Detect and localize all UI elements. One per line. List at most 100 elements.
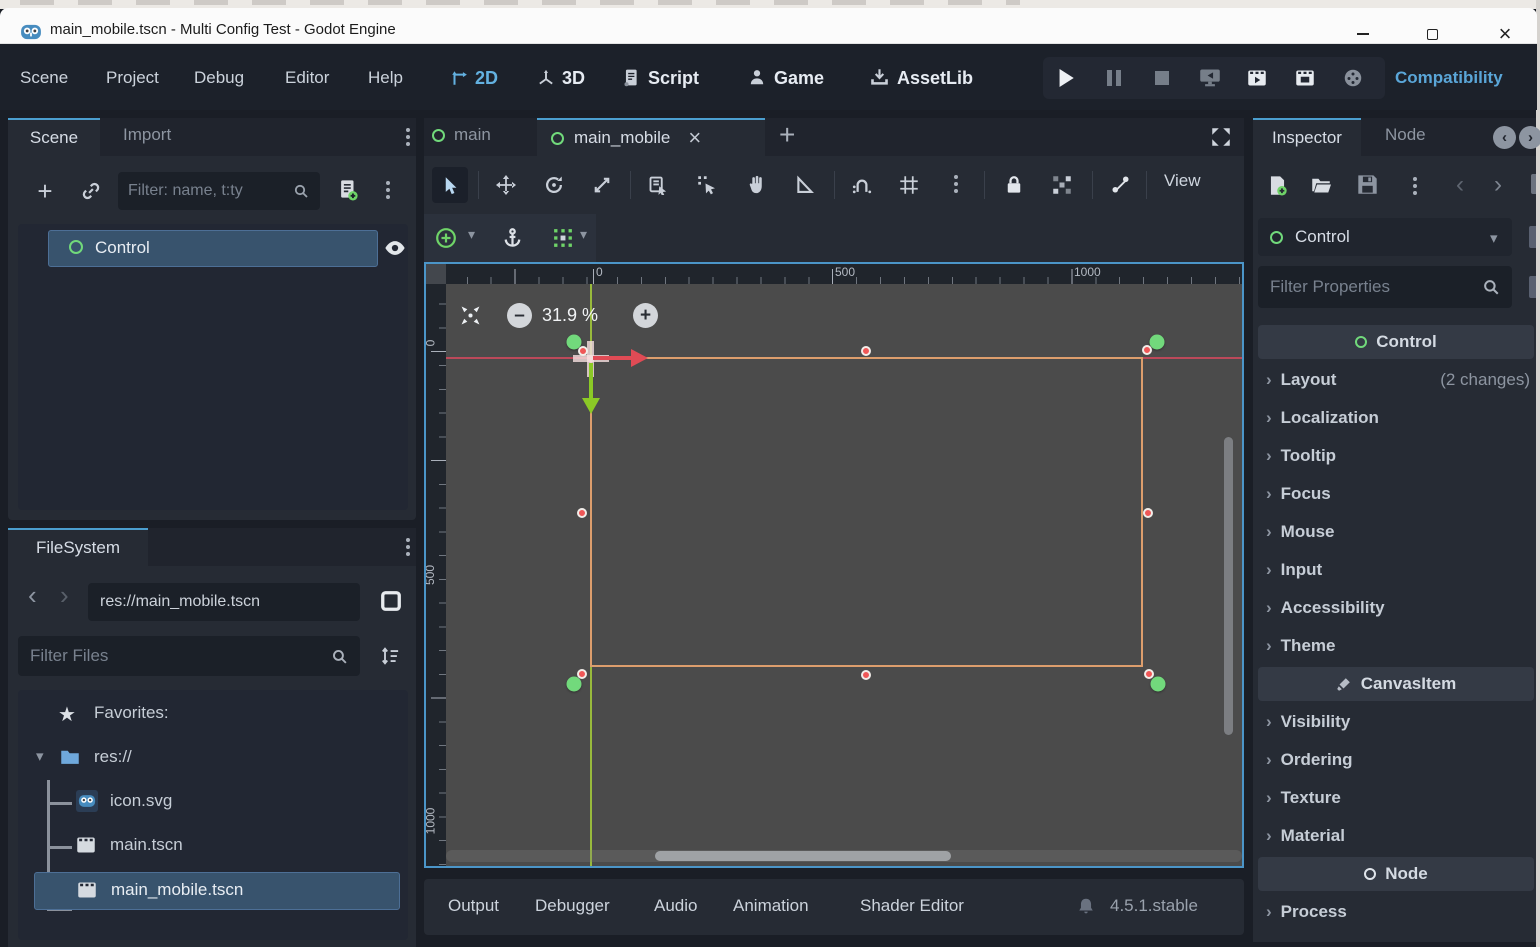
visibility-eye-icon[interactable] [384,237,406,259]
lock-icon[interactable] [1002,172,1026,197]
canvas[interactable]: – 31.9 % + [446,284,1242,866]
section-texture[interactable]: ›Texture [1258,779,1534,817]
dock-tab-next-icon[interactable]: › [1519,126,1540,149]
workspace-script[interactable]: Script [648,68,699,89]
section-accessibility[interactable]: ›Accessibility [1258,589,1534,627]
section-localization[interactable]: ›Localization [1258,399,1534,437]
favorites-row[interactable]: ★ Favorites: [18,698,408,734]
vertical-scrollbar[interactable] [1224,437,1233,735]
resize-handle-top-left[interactable] [578,346,588,356]
workspace-3d[interactable]: 3D [562,68,585,89]
section-visibility[interactable]: ›Visibility [1258,703,1534,741]
view-menu-button[interactable]: View [1164,171,1201,191]
anchor-preset-icon[interactable] [552,227,574,249]
sort-files-icon[interactable] [378,644,402,668]
workspace-2d[interactable]: 2D [475,68,498,89]
horizontal-scrollbar[interactable] [655,851,951,861]
smart-snap-icon[interactable] [850,173,874,197]
list-select-tool-icon[interactable] [646,173,670,197]
bottom-tab-debugger[interactable]: Debugger [535,896,610,916]
bottom-tab-output[interactable]: Output [448,896,499,916]
bottom-tab-shader-editor[interactable]: Shader Editor [860,896,964,916]
snap-move-tool-icon[interactable] [695,173,719,197]
instance-scene-button[interactable] [80,180,102,202]
history-forward-icon[interactable]: › [1494,171,1502,199]
pause-button[interactable] [1105,69,1123,87]
filesystem-filter-input[interactable]: Filter Files [18,636,360,676]
ruler-tool-icon[interactable] [792,173,816,197]
scene-tab-main-mobile[interactable]: main_mobile × [537,118,765,156]
stop-button[interactable] [1155,71,1169,85]
scene-node-control-row[interactable]: Control [48,230,378,267]
resize-handle-top-center[interactable] [861,346,871,356]
tab-import[interactable]: Import [123,125,171,145]
scene-filter-input[interactable]: Filter: name, t:ty [118,172,320,210]
scene-dock-menu-icon[interactable] [406,135,410,139]
resize-handle-middle-left[interactable] [577,508,587,518]
section-focus[interactable]: ›Focus [1258,475,1534,513]
chevron-down-icon[interactable]: ▾ [468,226,475,243]
file-row-main-mobile-tscn[interactable]: main_mobile.tscn [34,872,400,910]
close-tab-icon[interactable]: × [688,125,701,151]
workspace-game[interactable]: Game [774,68,824,89]
insert-key-icon[interactable] [434,226,458,250]
section-process[interactable]: ›Process [1258,893,1534,931]
history-forward-button[interactable]: › [60,580,69,611]
anchor-handle-bottom-right[interactable] [1151,677,1166,692]
section-layout[interactable]: › Layout (2 changes) [1258,361,1534,399]
dock-tab-prev-icon[interactable]: ‹ [1493,126,1516,149]
history-back-icon[interactable]: ‹ [1456,171,1464,199]
section-tooltip[interactable]: ›Tooltip [1258,437,1534,475]
titlebar[interactable]: main_mobile.tscn - Multi Config Test - G… [0,8,1537,44]
section-material[interactable]: ›Material [1258,817,1534,855]
zoom-in-button[interactable]: + [633,303,658,328]
snap-options-menu-icon[interactable] [954,182,958,186]
remote-debug-button[interactable] [1199,68,1221,88]
menu-editor[interactable]: Editor [285,44,329,111]
group-icon[interactable] [1050,173,1074,197]
attach-script-button[interactable] [336,178,360,202]
move-tool-icon[interactable] [494,173,518,197]
menu-project[interactable]: Project [106,44,159,111]
section-input[interactable]: ›Input [1258,551,1534,589]
add-node-button[interactable]: + [32,178,58,204]
rotate-tool-icon[interactable] [542,173,566,197]
section-ordering[interactable]: ›Ordering [1258,741,1534,779]
resize-handle-bottom-center[interactable] [861,670,871,680]
resize-handle-bottom-right[interactable] [1144,669,1154,679]
tab-node[interactable]: Node [1385,125,1426,145]
toggle-split-mode-icon[interactable] [378,588,404,614]
scale-tool-icon[interactable] [590,173,614,197]
save-resource-button[interactable] [1356,173,1379,196]
inspector-filter-input[interactable]: Filter Properties [1258,266,1512,308]
file-row-main-tscn[interactable]: main.tscn [18,830,408,866]
resource-menu-icon[interactable] [1413,184,1417,188]
menu-help[interactable]: Help [368,44,403,111]
zoom-level[interactable]: 31.9 % [542,305,598,326]
resize-handle-bottom-left[interactable] [577,669,587,679]
bone-icon[interactable] [1108,172,1133,197]
new-resource-button[interactable] [1265,172,1289,198]
center-view-button[interactable] [458,303,483,328]
anchor-icon[interactable] [500,225,525,251]
new-scene-tab-button[interactable]: + [779,119,795,151]
movie-play-button[interactable] [1247,68,1267,88]
pan-tool-icon[interactable] [744,172,769,197]
zoom-out-button[interactable]: – [507,303,532,328]
file-row-icon-svg[interactable]: icon.svg [18,786,408,822]
select-tool-button[interactable] [432,167,468,203]
node-selector[interactable]: Control ▾ [1258,218,1512,256]
movie-window-button[interactable] [1295,68,1315,88]
tab-scene[interactable]: Scene [8,118,100,156]
section-theme[interactable]: ›Theme [1258,627,1534,665]
control-node-bounds[interactable] [590,357,1143,667]
anchor-handle-top-right[interactable] [1150,335,1165,350]
paint-reel-button[interactable] [1343,68,1363,88]
menu-debug[interactable]: Debug [194,44,244,111]
menu-scene[interactable]: Scene [20,44,68,111]
grid-snap-icon[interactable] [897,173,921,197]
filesystem-path-field[interactable]: res://main_mobile.tscn [88,583,360,621]
play-button[interactable] [1056,68,1076,88]
renderer-selector[interactable]: Compatibility [1395,68,1503,88]
tab-inspector[interactable]: Inspector [1253,118,1361,156]
